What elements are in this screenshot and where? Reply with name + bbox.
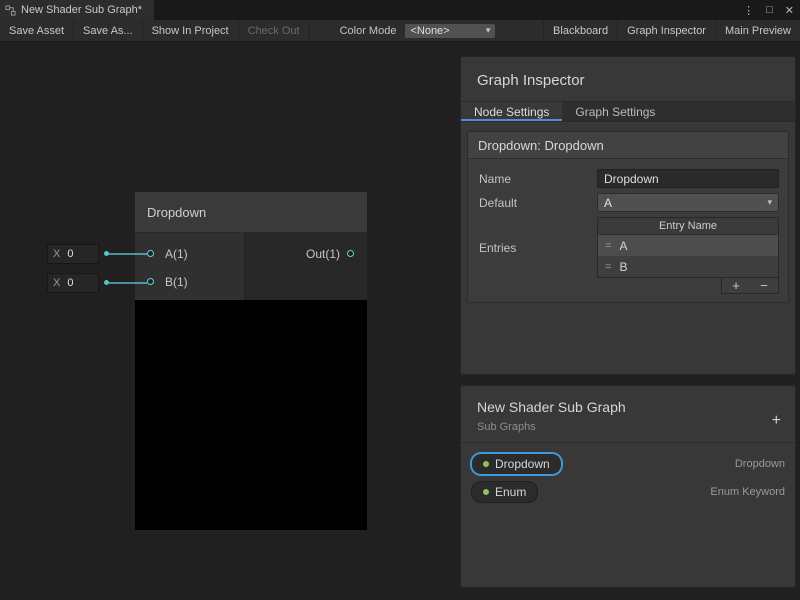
input-b-value-field[interactable]: X 0 — [47, 273, 99, 293]
exposed-dot-icon — [483, 489, 489, 495]
blackboard-row: Enum Enum Keyword — [471, 478, 785, 506]
name-row: Name Dropdown — [479, 169, 779, 188]
port-a-label: A(1) — [165, 247, 188, 261]
node-settings-section: Dropdown: Dropdown Name Dropdown Default… — [467, 131, 789, 303]
check-out-button[interactable]: Check Out — [239, 20, 310, 41]
default-label: Default — [479, 196, 597, 210]
blackboard-item-type: Enum Keyword — [710, 486, 785, 498]
blackboard-items: Dropdown Dropdown Enum Enum Keyword — [461, 443, 795, 513]
edge-b-wire[interactable] — [109, 282, 147, 284]
window-menu-button[interactable]: ⋮ — [743, 4, 754, 17]
section-title: Dropdown: Dropdown — [468, 132, 788, 159]
graph-inspector-title: Graph Inspector — [461, 57, 795, 101]
chevron-down-icon: ▾ — [486, 25, 491, 36]
port-out-icon[interactable] — [347, 250, 354, 257]
graph-inspector-toggle-button[interactable]: Graph Inspector — [617, 20, 715, 41]
default-row: Default A ▾ — [479, 193, 779, 212]
blackboard-header: New Shader Sub Graph Sub Graphs + — [461, 386, 795, 442]
blackboard-item-label: Dropdown — [495, 457, 550, 471]
titlebar: New Shader Sub Graph* ⋮ □ ✕ — [0, 0, 800, 20]
section-body: Name Dropdown Default A ▾ Entries Entry … — [468, 159, 788, 302]
entries-list: Entry Name = A = B — [597, 217, 779, 278]
blackboard-item-label: Enum — [495, 485, 526, 499]
toolbar: Save Asset Save As... Show In Project Ch… — [0, 20, 800, 42]
input-a-value: 0 — [67, 248, 73, 260]
node-input-column — [135, 233, 245, 300]
shader-graph-icon — [5, 5, 16, 16]
node-title: Dropdown — [147, 205, 206, 220]
input-b-value: 0 — [67, 277, 73, 289]
unity-shader-graph-window: New Shader Sub Graph* ⋮ □ ✕ Save Asset S… — [0, 0, 800, 600]
axis-x-label: X — [53, 248, 60, 260]
main-preview-toggle-button[interactable]: Main Preview — [715, 20, 800, 41]
entries-footer-row: + − — [479, 278, 779, 294]
port-out-label: Out(1) — [280, 247, 340, 261]
window-close-button[interactable]: ✕ — [785, 4, 794, 17]
blackboard-item-type: Dropdown — [735, 458, 785, 470]
tab-graph-settings[interactable]: Graph Settings — [562, 102, 668, 121]
drag-handle-icon[interactable]: = — [605, 261, 611, 273]
blackboard-item-enum[interactable]: Enum — [471, 481, 538, 503]
entry-name: A — [619, 239, 627, 253]
entries-label: Entries — [479, 241, 597, 255]
entry-row[interactable]: = B — [598, 256, 778, 277]
name-input[interactable]: Dropdown — [597, 169, 779, 188]
entries-row: Entries Entry Name = A = B — [479, 217, 779, 278]
entry-row[interactable]: = A — [598, 235, 778, 256]
graph-inspector-panel: Graph Inspector Node Settings Graph Sett… — [460, 56, 796, 375]
drag-handle-icon[interactable]: = — [605, 240, 611, 252]
show-in-project-button[interactable]: Show In Project — [143, 20, 239, 41]
blackboard-item-dropdown[interactable]: Dropdown — [471, 453, 562, 475]
window-controls: ⋮ □ ✕ — [743, 0, 794, 20]
add-entry-button[interactable]: + — [722, 278, 750, 293]
entries-footer: + − — [721, 278, 779, 294]
color-mode-dropdown[interactable]: <None> ▾ — [404, 23, 496, 39]
save-asset-button[interactable]: Save Asset — [0, 20, 74, 41]
port-b-icon[interactable] — [147, 278, 154, 285]
edge-a-wire[interactable] — [109, 253, 147, 255]
window-maximize-button[interactable]: □ — [766, 4, 773, 16]
name-label: Name — [479, 172, 597, 186]
port-a-icon[interactable] — [147, 250, 154, 257]
blackboard-row: Dropdown Dropdown — [471, 450, 785, 478]
node-body[interactable] — [135, 233, 367, 300]
input-a-value-field[interactable]: X 0 — [47, 244, 99, 264]
color-mode-label: Color Mode — [332, 20, 405, 41]
node-header[interactable]: Dropdown — [135, 192, 367, 233]
port-b-label: B(1) — [165, 275, 188, 289]
blackboard-subtitle: Sub Graphs — [477, 421, 779, 442]
remove-entry-button[interactable]: − — [750, 278, 778, 293]
blackboard-panel: New Shader Sub Graph Sub Graphs + Dropdo… — [460, 385, 796, 588]
chevron-down-icon: ▾ — [767, 197, 772, 208]
document-tab[interactable]: New Shader Sub Graph* — [0, 0, 154, 20]
blackboard-toggle-button[interactable]: Blackboard — [543, 20, 617, 41]
blackboard-title: New Shader Sub Graph — [477, 399, 779, 415]
exposed-dot-icon — [483, 461, 489, 467]
default-value: A — [604, 196, 612, 210]
inspector-tabs: Node Settings Graph Settings — [461, 101, 795, 122]
color-mode-value: <None> — [410, 25, 449, 37]
default-dropdown[interactable]: A ▾ — [597, 193, 779, 212]
entry-name: B — [619, 260, 627, 274]
node-preview — [135, 300, 367, 530]
save-as-button[interactable]: Save As... — [74, 20, 143, 41]
document-tab-label: New Shader Sub Graph* — [21, 4, 142, 16]
add-property-button[interactable]: + — [772, 412, 781, 430]
entries-header: Entry Name — [598, 218, 778, 235]
axis-x-label: X — [53, 277, 60, 289]
toolbar-right-group: Blackboard Graph Inspector Main Preview — [543, 20, 800, 41]
tab-node-settings[interactable]: Node Settings — [461, 102, 562, 121]
